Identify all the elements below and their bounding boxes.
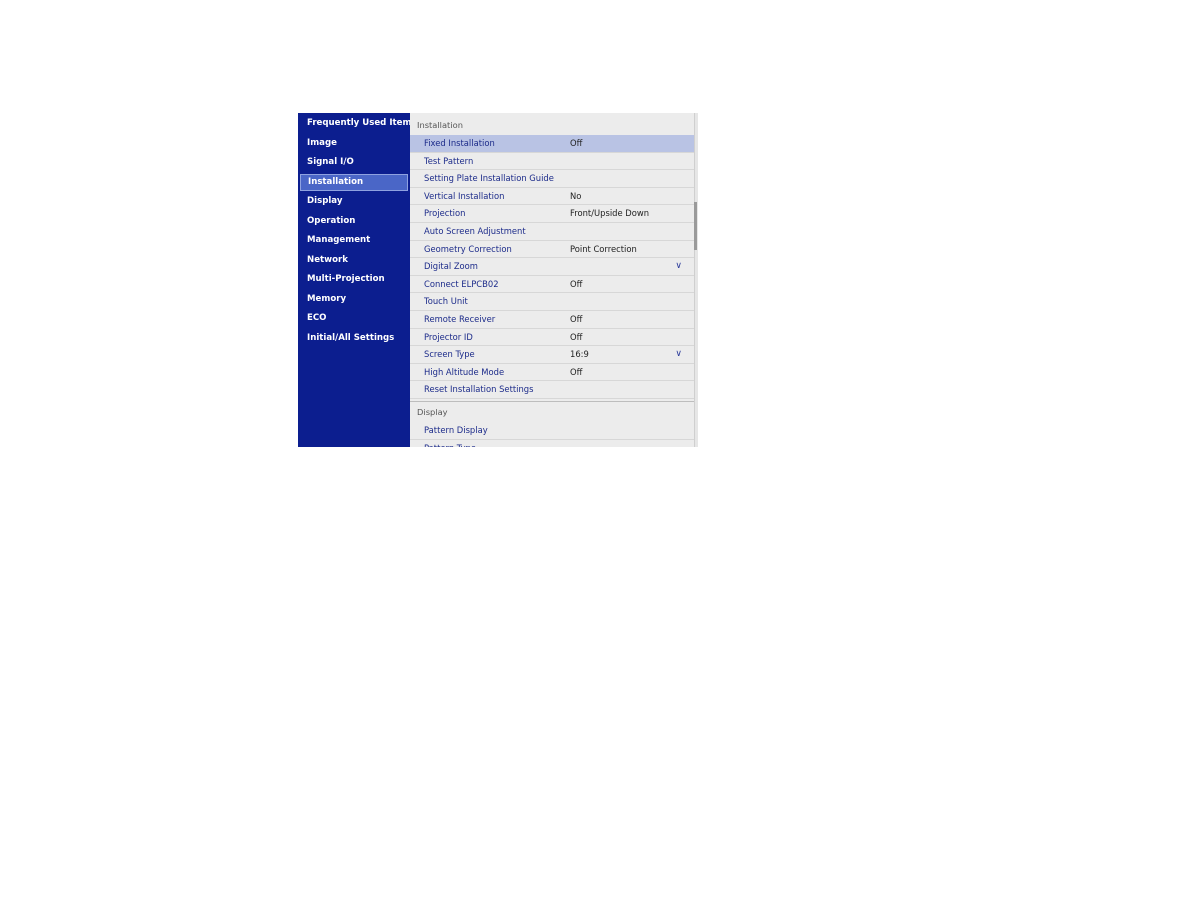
setting-row-auto-screen-adjustment[interactable]: Auto Screen Adjustment (410, 223, 694, 241)
setting-label: Setting Plate Installation Guide (424, 173, 554, 184)
setting-label: Digital Zoom (424, 261, 478, 272)
setting-row-fixed-installation[interactable]: Fixed Installation Off (410, 135, 694, 153)
setting-label: Pattern Display (424, 425, 488, 435)
setting-value: No (570, 190, 582, 201)
sidebar-item-multi-projection[interactable]: Multi-Projection (300, 271, 408, 288)
sidebar-item-image[interactable]: Image (300, 135, 408, 152)
sidebar-item-operation[interactable]: Operation (300, 213, 408, 230)
setting-label: Reset Installation Settings (424, 384, 534, 395)
setting-label: Test Pattern (424, 155, 474, 166)
setting-label: Pattern Type (424, 440, 476, 447)
setting-label: Remote Receiver (424, 314, 496, 324)
setting-value: Off (570, 138, 583, 148)
setting-row-reset-installation-settings[interactable]: Reset Installation Settings (410, 381, 694, 399)
setting-label: Fixed Installation (424, 138, 495, 148)
sidebar-item-memory[interactable]: Memory (300, 291, 408, 308)
setting-value: 16:9 (570, 349, 589, 360)
setting-row-high-altitude-mode[interactable]: High Altitude Mode Off (410, 364, 694, 382)
setting-row-setting-plate-installation-guide[interactable]: Setting Plate Installation Guide (410, 170, 694, 188)
setting-label: Projector ID (424, 331, 473, 342)
setting-row-geometry-correction[interactable]: Geometry Correction Point Correction (410, 241, 694, 259)
sidebar: Frequently Used Items Image Signal I/O Inst… (298, 113, 417, 447)
sidebar-item-installation[interactable]: Installation (300, 173, 408, 191)
setting-row-vertical-installation[interactable]: Vertical Installation No (410, 188, 694, 206)
setting-row-pattern-type[interactable]: Pattern Type (410, 440, 694, 447)
setting-label: Geometry Correction (424, 243, 512, 254)
setting-row-connect-elpcb02[interactable]: Connect ELPCB02 Off (410, 276, 694, 294)
scrollbar-track[interactable] (694, 113, 698, 447)
setting-row-projection[interactable]: Projection Front/Upside Down (410, 205, 694, 223)
setting-value: Off (570, 331, 583, 342)
sidebar-item-management[interactable]: Management (300, 232, 408, 249)
sidebar-item-frequently-used-items[interactable]: Frequently Used Items (300, 115, 417, 132)
projector-menu-window: Frequently Used Items Image Signal I/O Inst… (298, 113, 698, 447)
sidebar-item-initial-all-settings[interactable]: Initial/All Settings (300, 330, 408, 347)
setting-row-screen-type[interactable]: Screen Type 16:9 ∨ (410, 346, 694, 364)
setting-value: Point Correction (570, 243, 637, 254)
setting-value: Off (570, 366, 583, 377)
scrollbar-thumb[interactable] (694, 202, 697, 250)
setting-label: Vertical Installation (424, 190, 505, 201)
setting-label: Projection (424, 208, 466, 219)
sidebar-item-network[interactable]: Network (300, 252, 408, 269)
setting-label: Auto Screen Adjustment (424, 226, 526, 236)
sidebar-item-display[interactable]: Display (300, 193, 408, 210)
setting-row-test-pattern[interactable]: Test Pattern (410, 153, 694, 171)
sidebar-item-eco[interactable]: ECO (300, 310, 408, 327)
section-header-display: Display (410, 402, 694, 422)
setting-label: Connect ELPCB02 (424, 278, 499, 289)
settings-list: Installation Fixed Installation Off Test Pa… (410, 113, 694, 447)
setting-row-remote-receiver[interactable]: Remote Receiver Off (410, 311, 694, 329)
setting-value: Front/Upside Down (570, 208, 650, 219)
setting-row-projector-id[interactable]: Projector ID Off (410, 329, 694, 347)
setting-label: High Altitude Mode (424, 366, 505, 377)
setting-value: Off (570, 314, 583, 324)
setting-label: Screen Type (424, 349, 475, 360)
section-header-installation: Installation (410, 115, 694, 135)
chevron-down-icon[interactable]: ∨ (675, 346, 682, 363)
setting-value: Off (570, 278, 583, 289)
setting-row-touch-unit[interactable]: Touch Unit (410, 293, 694, 311)
setting-row-pattern-display[interactable]: Pattern Display (410, 422, 694, 440)
setting-label: Touch Unit (424, 296, 468, 307)
sidebar-item-signal-i-o[interactable]: Signal I/O (300, 154, 408, 171)
chevron-down-icon[interactable]: ∨ (675, 258, 682, 275)
setting-row-digital-zoom[interactable]: Digital Zoom ∨ (410, 258, 694, 276)
